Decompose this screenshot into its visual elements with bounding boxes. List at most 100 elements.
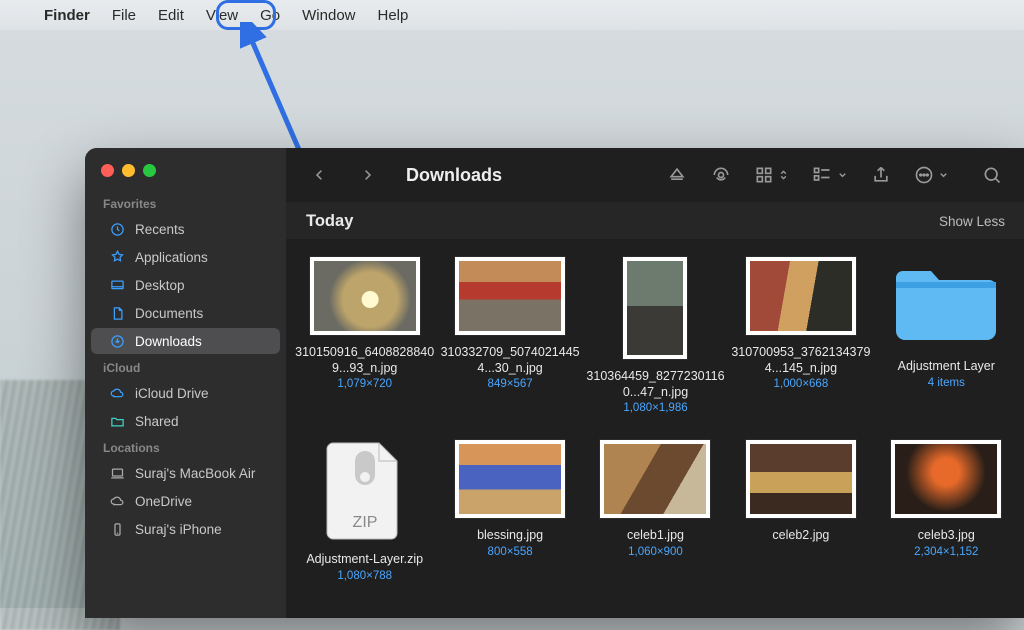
file-thumbnail bbox=[455, 257, 565, 335]
annotation-arrow bbox=[240, 22, 330, 162]
file-item[interactable]: celeb3.jpg 2,304×1,152 bbox=[876, 440, 1017, 582]
file-item[interactable]: 310364459_82772301160...47_n.jpg 1,080×1… bbox=[585, 257, 726, 414]
menubar-app-name[interactable]: Finder bbox=[44, 7, 90, 24]
search-button[interactable] bbox=[977, 160, 1007, 190]
file-name: Adjustment Layer bbox=[898, 359, 995, 375]
chevron-down-icon bbox=[938, 166, 949, 184]
sidebar-item-desktop[interactable]: Desktop bbox=[91, 272, 280, 298]
menubar-item-file[interactable]: File bbox=[112, 7, 136, 24]
eject-button[interactable] bbox=[662, 160, 692, 190]
toolbar: Downloads bbox=[286, 148, 1024, 202]
file-name: 310150916_64088288409...93_n.jpg bbox=[295, 345, 435, 376]
sidebar-item-label: Applications bbox=[135, 250, 208, 265]
document-icon bbox=[109, 305, 125, 321]
cloud-icon bbox=[109, 493, 125, 509]
back-button[interactable] bbox=[304, 160, 334, 190]
clock-icon bbox=[109, 221, 125, 237]
file-meta: 1,080×1,986 bbox=[623, 402, 687, 414]
chevron-down-icon bbox=[837, 166, 848, 184]
minimize-button[interactable] bbox=[122, 164, 135, 177]
file-item[interactable]: 310700953_37621343794...145_n.jpg 1,000×… bbox=[730, 257, 871, 414]
file-thumbnail bbox=[891, 440, 1001, 518]
file-meta: 849×567 bbox=[488, 378, 533, 390]
file-meta: 2,304×1,152 bbox=[914, 546, 978, 558]
file-item[interactable]: 310332709_50740214454...30_n.jpg 849×567 bbox=[439, 257, 580, 414]
cloud-icon bbox=[109, 385, 125, 401]
folder-item[interactable]: Adjustment Layer 4 items bbox=[876, 257, 1017, 414]
menubar-item-view[interactable]: View bbox=[206, 7, 238, 24]
sidebar-item-label: Recents bbox=[135, 222, 185, 237]
sidebar-item-label: OneDrive bbox=[135, 494, 192, 509]
group-by-button[interactable] bbox=[807, 160, 852, 190]
svg-text:ZIP: ZIP bbox=[352, 514, 377, 531]
share-button[interactable] bbox=[866, 160, 896, 190]
file-name: 310700953_37621343794...145_n.jpg bbox=[731, 345, 871, 376]
file-meta: 1,080×788 bbox=[337, 570, 392, 582]
sidebar-item-label: Documents bbox=[135, 306, 203, 321]
group-label: Today bbox=[306, 212, 353, 231]
sidebar-item-recents[interactable]: Recents bbox=[91, 216, 280, 242]
sidebar-item-label: Desktop bbox=[135, 278, 185, 293]
file-thumbnail bbox=[600, 440, 710, 518]
file-item[interactable]: celeb2.jpg bbox=[730, 440, 871, 582]
menubar-item-help[interactable]: Help bbox=[378, 7, 409, 24]
sidebar-item-applications[interactable]: Applications bbox=[91, 244, 280, 270]
chevron-updown-icon bbox=[778, 166, 789, 184]
file-item[interactable]: celeb1.jpg 1,060×900 bbox=[585, 440, 726, 582]
folder-icon bbox=[886, 257, 1006, 349]
file-meta: 4 items bbox=[928, 377, 965, 389]
menubar-item-edit[interactable]: Edit bbox=[158, 7, 184, 24]
file-thumbnail bbox=[746, 257, 856, 335]
menubar-item-go[interactable]: Go bbox=[260, 7, 280, 24]
file-item[interactable]: ZIP Adjustment-Layer.zip 1,080×788 bbox=[294, 440, 435, 582]
file-name: 310364459_82772301160...47_n.jpg bbox=[585, 369, 725, 400]
file-item[interactable]: 310150916_64088288409...93_n.jpg 1,079×7… bbox=[294, 257, 435, 414]
file-name: 310332709_50740214454...30_n.jpg bbox=[440, 345, 580, 376]
close-button[interactable] bbox=[101, 164, 114, 177]
file-name: blessing.jpg bbox=[477, 528, 543, 544]
sidebar-header-favorites: Favorites bbox=[85, 191, 286, 215]
file-meta: 1,060×900 bbox=[628, 546, 683, 558]
more-actions-button[interactable] bbox=[910, 160, 953, 190]
file-meta: 1,079×720 bbox=[337, 378, 392, 390]
sidebar-item-label: Downloads bbox=[135, 334, 202, 349]
app-icon bbox=[109, 249, 125, 265]
file-item[interactable]: blessing.jpg 800×558 bbox=[439, 440, 580, 582]
download-icon bbox=[109, 333, 125, 349]
sidebar: Favorites Recents Applications Desktop D… bbox=[85, 148, 286, 618]
view-mode-button[interactable] bbox=[750, 160, 793, 190]
file-meta: 1,000×668 bbox=[774, 378, 829, 390]
zip-icon: ZIP bbox=[321, 440, 409, 542]
desktop-icon bbox=[109, 277, 125, 293]
finder-window: Favorites Recents Applications Desktop D… bbox=[85, 148, 1024, 618]
shared-folder-icon bbox=[109, 413, 125, 429]
sidebar-item-onedrive[interactable]: OneDrive bbox=[91, 488, 280, 514]
file-grid: 310150916_64088288409...93_n.jpg 1,079×7… bbox=[286, 239, 1024, 582]
sidebar-header-icloud: iCloud bbox=[85, 355, 286, 379]
sidebar-item-iphone[interactable]: Suraj's iPhone bbox=[91, 516, 280, 542]
airdrop-button[interactable] bbox=[706, 160, 736, 190]
file-thumbnail bbox=[310, 257, 420, 335]
fullscreen-button[interactable] bbox=[143, 164, 156, 177]
main-content: Downloads Today Show Less bbox=[286, 148, 1024, 618]
sidebar-header-locations: Locations bbox=[85, 435, 286, 459]
laptop-icon bbox=[109, 465, 125, 481]
sidebar-item-label: iCloud Drive bbox=[135, 386, 209, 401]
sidebar-item-macbook[interactable]: Suraj's MacBook Air bbox=[91, 460, 280, 486]
sidebar-item-shared[interactable]: Shared bbox=[91, 408, 280, 434]
menubar-item-window[interactable]: Window bbox=[302, 7, 355, 24]
file-name: Adjustment-Layer.zip bbox=[306, 552, 423, 568]
file-name: celeb2.jpg bbox=[772, 528, 829, 544]
sidebar-item-icloud-drive[interactable]: iCloud Drive bbox=[91, 380, 280, 406]
file-thumbnail bbox=[623, 257, 687, 359]
file-name: celeb3.jpg bbox=[918, 528, 975, 544]
window-title: Downloads bbox=[406, 165, 502, 186]
phone-icon bbox=[109, 521, 125, 537]
forward-button[interactable] bbox=[352, 160, 382, 190]
file-name: celeb1.jpg bbox=[627, 528, 684, 544]
sidebar-item-documents[interactable]: Documents bbox=[91, 300, 280, 326]
file-thumbnail bbox=[746, 440, 856, 518]
menubar: Finder File Edit View Go Window Help bbox=[0, 0, 1024, 30]
sidebar-item-downloads[interactable]: Downloads bbox=[91, 328, 280, 354]
show-less-button[interactable]: Show Less bbox=[939, 214, 1005, 229]
